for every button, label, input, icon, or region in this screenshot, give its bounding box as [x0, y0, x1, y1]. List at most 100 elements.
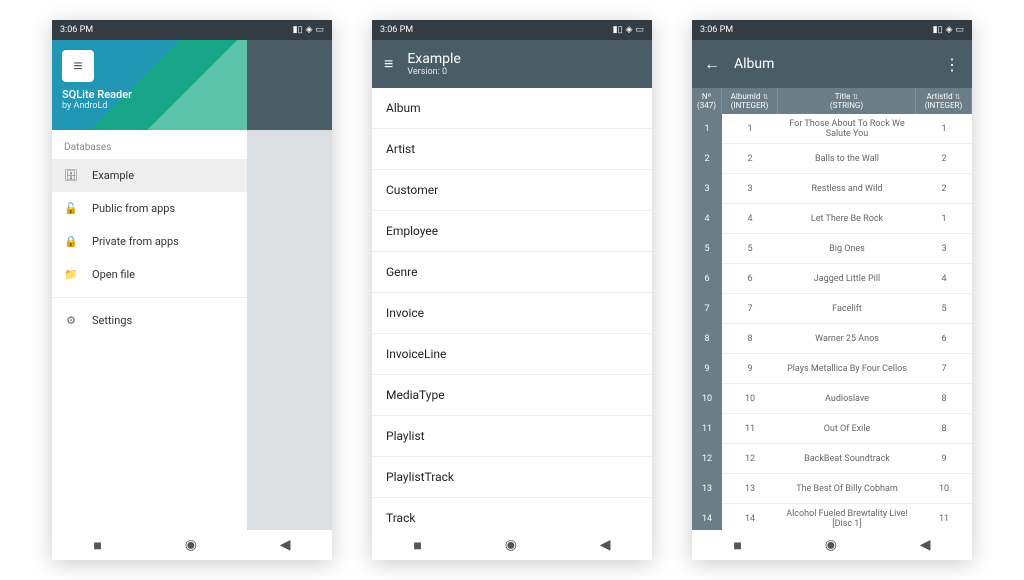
back-button[interactable]: ◀ [280, 537, 291, 553]
recent-apps-button[interactable]: ■ [733, 537, 741, 554]
table-item-employee[interactable]: Employee [372, 211, 652, 252]
column-header-Title[interactable]: Title⇅(STRING) [778, 88, 916, 114]
cell: 6 [722, 264, 778, 294]
drawer-item-public-from-apps[interactable]: 🔓Public from apps [52, 192, 247, 225]
table-title: Album [734, 56, 774, 72]
home-button[interactable]: ◉ [185, 537, 197, 553]
cell: 10 [692, 384, 722, 414]
cell: For Those About To Rock We Salute You [778, 114, 916, 144]
wifi-icon: ◈ [626, 25, 633, 35]
cell: 9 [692, 354, 722, 384]
menu-icon[interactable]: ≡ [384, 54, 393, 74]
table-row[interactable]: 1212BackBeat Soundtrack9 [692, 444, 972, 474]
cell: 11 [722, 414, 778, 444]
table-row[interactable]: 33Restless and Wild2 [692, 174, 972, 204]
drawer-item-settings[interactable]: ⚙Settings [52, 304, 247, 337]
navigation-drawer: Databases 🗄Example🔓Public from apps🔒Priv… [52, 130, 247, 530]
drawer-item-label: Private from apps [92, 235, 179, 248]
cell: 5 [692, 234, 722, 264]
cell: 12 [722, 444, 778, 474]
cell: 12 [692, 444, 722, 474]
table-row[interactable]: 1010Audioslave8 [692, 384, 972, 414]
table-row[interactable]: 22Balls to the Wall2 [692, 144, 972, 174]
cell: 4 [692, 204, 722, 234]
overflow-menu-icon[interactable]: ⋮ [944, 55, 960, 74]
drawer-item-example[interactable]: 🗄 Example [52, 159, 247, 192]
cell: BackBeat Soundtrack [778, 444, 916, 474]
db-icon: 🗄 [64, 169, 78, 182]
status-bar: 3:06 PM ▮▯ ◈ ▭ [52, 20, 332, 40]
cell: 2 [722, 144, 778, 174]
folder-icon: 📁 [64, 268, 78, 281]
table-row[interactable]: 77Facelift5 [692, 294, 972, 324]
table-row[interactable]: 1111Out Of Exile8 [692, 414, 972, 444]
table-item-track[interactable]: Track [372, 498, 652, 530]
lock-icon: 🔒 [64, 235, 78, 248]
table-item-playlist[interactable]: Playlist [372, 416, 652, 457]
table-item-artist[interactable]: Artist [372, 129, 652, 170]
table-row[interactable]: 44Let There Be Rock1 [692, 204, 972, 234]
table-row[interactable]: 1414Alcohol Fueled Brewtality Live! [Dis… [692, 504, 972, 530]
cell: 8 [916, 384, 972, 414]
column-header-ArtistId[interactable]: ArtistId⇅(INTEGER) [916, 88, 972, 114]
status-icons: ▮▯ ◈ ▭ [933, 25, 964, 35]
drawer-item-private-from-apps[interactable]: 🔒 Private from apps [52, 225, 247, 258]
table-row[interactable]: 99Plays Metallica By Four Cellos7 [692, 354, 972, 384]
cell: Out Of Exile [778, 414, 916, 444]
table-item-album[interactable]: Album [372, 88, 652, 129]
drawer-item-label: Example [92, 169, 134, 182]
drawer-body: Databases 🗄Example🔓Public from apps🔒Priv… [52, 130, 332, 530]
home-button[interactable]: ◉ [505, 537, 517, 553]
back-button[interactable]: ◀ [600, 537, 611, 553]
table-row[interactable]: 11For Those About To Rock We Salute You1 [692, 114, 972, 144]
cell: 6 [692, 264, 722, 294]
cell: 7 [722, 294, 778, 324]
app-bar: ≡ Example Version: 0 [372, 40, 652, 88]
phone-data-screen: 3:06 PM ▮▯ ◈ ▭ ← Album ⋮ Nº(347)AlbumId⇅… [692, 20, 972, 560]
cell: 9 [722, 354, 778, 384]
cell: 7 [692, 294, 722, 324]
table-item-customer[interactable]: Customer [372, 170, 652, 211]
home-button[interactable]: ◉ [825, 537, 837, 553]
cell: 6 [916, 324, 972, 354]
recent-apps-button[interactable]: ■ [413, 537, 421, 554]
app-subtitle: by AndroLd [62, 101, 237, 111]
column-header-AlbumId[interactable]: AlbumId⇅(INTEGER) [722, 88, 778, 114]
clock: 3:06 PM [60, 25, 93, 35]
cell: Big Ones [778, 234, 916, 264]
table-item-invoice[interactable]: Invoice [372, 293, 652, 334]
table-item-mediatype[interactable]: MediaType [372, 375, 652, 416]
table-row[interactable]: 66Jagged Little Pill4 [692, 264, 972, 294]
column-header-Nº[interactable]: Nº(347) [692, 88, 722, 114]
data-table-body: 11For Those About To Rock We Salute You1… [692, 114, 972, 530]
scrim[interactable] [247, 130, 332, 530]
table-item-invoiceline[interactable]: InvoiceLine [372, 334, 652, 375]
cell: 2 [916, 174, 972, 204]
table-row[interactable]: 55Big Ones3 [692, 234, 972, 264]
cell: 9 [916, 444, 972, 474]
cell: 11 [692, 414, 722, 444]
cell: 3 [916, 234, 972, 264]
status-bar: 3:06 PM ▮▯ ◈ ▭ [692, 20, 972, 40]
back-arrow-icon[interactable]: ← [704, 54, 720, 74]
status-icons: ▮▯ ◈ ▭ [613, 25, 644, 35]
db-version: Version: 0 [407, 67, 460, 77]
drawer-header: ≡ SQLite Reader by AndroLd [52, 40, 332, 130]
system-nav: ■ ◉ ◀ [372, 530, 652, 560]
table-item-playlisttrack[interactable]: PlaylistTrack [372, 457, 652, 498]
cell: 10 [916, 474, 972, 504]
recent-apps-button[interactable]: ■ [93, 537, 101, 554]
table-row[interactable]: 88Warner 25 Anos6 [692, 324, 972, 354]
cell: 8 [916, 414, 972, 444]
phone-tables-screen: 3:06 PM ▮▯ ◈ ▭ ≡ Example Version: 0 Albu… [372, 20, 652, 560]
cell: Plays Metallica By Four Cellos [778, 354, 916, 384]
app-logo: ≡ [62, 50, 94, 82]
sort-icon: ⇅ [852, 93, 858, 101]
table-item-genre[interactable]: Genre [372, 252, 652, 293]
back-button[interactable]: ◀ [920, 537, 931, 553]
cell: 1 [916, 114, 972, 144]
drawer-item-open-file[interactable]: 📁Open file [52, 258, 247, 291]
sort-icon: ⇅ [955, 93, 961, 101]
table-row[interactable]: 1313The Best Of Billy Cobham10 [692, 474, 972, 504]
cell: Restless and Wild [778, 174, 916, 204]
